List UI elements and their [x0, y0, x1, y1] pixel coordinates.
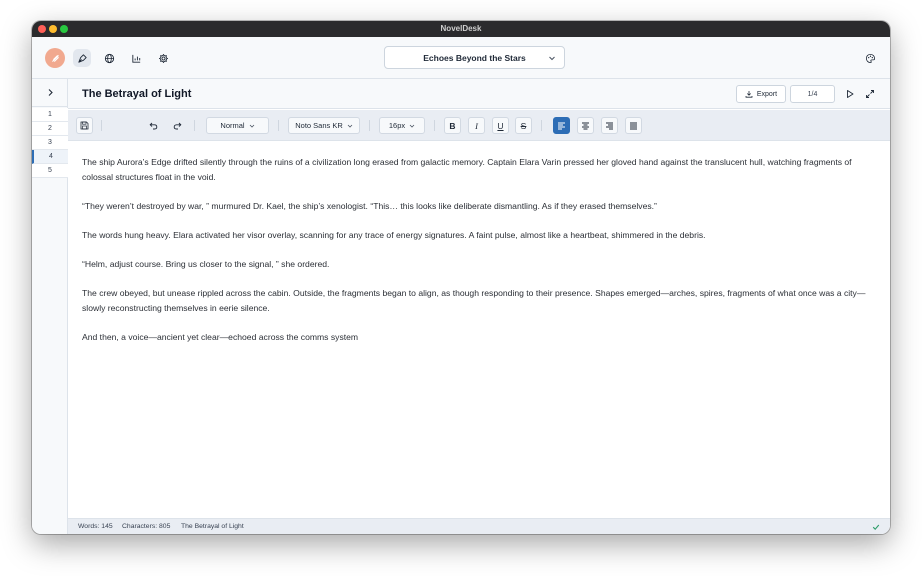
align-left-icon: [558, 122, 565, 130]
font-family-select[interactable]: Noto Sans KR: [288, 117, 360, 134]
save-button[interactable]: [76, 117, 93, 134]
chevron-down-icon: [347, 124, 353, 128]
toolbar-divider: [101, 120, 102, 131]
editor-area: The Betrayal of Light Export 1/4 Normal …: [68, 79, 890, 534]
globe-icon: [104, 53, 114, 63]
world-button[interactable]: [100, 49, 118, 67]
bold-button[interactable]: B: [444, 117, 461, 134]
italic-button[interactable]: I: [468, 117, 485, 134]
toolbar-divider: [194, 120, 195, 131]
paragraph[interactable]: The ship Aurora’s Edge drifted silently …: [82, 155, 872, 185]
align-right-icon: [606, 122, 613, 130]
manuscript-text[interactable]: The ship Aurora’s Edge drifted silently …: [82, 155, 872, 359]
font-size-select[interactable]: 16px: [379, 117, 425, 134]
app-window: NovelDesk Echoes Beyond the Stars 1 2 3 …: [32, 21, 890, 534]
app-logo[interactable]: [45, 48, 65, 68]
sidebar-toggle-button[interactable]: [32, 79, 68, 107]
export-label: Export: [756, 90, 778, 98]
export-button[interactable]: Export: [736, 85, 786, 103]
chapter-list: 1 2 3 4 5: [32, 108, 68, 178]
font-family-value: Noto Sans KR: [295, 121, 343, 130]
pen-tool-icon: [77, 53, 87, 63]
chapter-header: The Betrayal of Light Export 1/4: [68, 79, 890, 109]
paragraph[interactable]: And then, a voice—ancient yet clear—echo…: [82, 330, 872, 345]
redo-icon: [173, 122, 182, 130]
toolbar-divider: [369, 120, 370, 131]
chapter-item-active[interactable]: 4: [32, 150, 68, 164]
toolbar-divider: [434, 120, 435, 131]
play-icon: [846, 89, 853, 98]
undo-button[interactable]: [145, 117, 162, 134]
paragraph[interactable]: “They weren’t destroyed by war, ” murmur…: [82, 199, 872, 214]
align-justify-button[interactable]: [625, 117, 642, 134]
app-header: Echoes Beyond the Stars: [32, 37, 890, 79]
redo-button[interactable]: [169, 117, 186, 134]
palette-icon: [865, 53, 875, 63]
status-chapter-name: The Betrayal of Light: [181, 523, 244, 530]
status-bar: Words: 145 Characters: 805 The Betrayal …: [68, 518, 890, 534]
underline-button[interactable]: U: [492, 117, 509, 134]
font-size-value: 16px: [388, 121, 406, 130]
paragraph[interactable]: The words hung heavy. Elara activated he…: [82, 228, 872, 243]
settings-button[interactable]: [154, 49, 172, 67]
page-indicator: 1/4: [790, 85, 835, 103]
chapter-sidebar: 1 2 3 4 5: [32, 79, 68, 534]
chevron-down-icon: [249, 124, 254, 128]
write-mode-button[interactable]: [73, 49, 91, 67]
paragraph[interactable]: The crew obeyed, but unease rippled acro…: [82, 286, 872, 316]
align-justify-icon: [630, 122, 637, 130]
toolbar-divider: [278, 120, 279, 131]
toolbar-divider: [541, 120, 542, 131]
formatting-toolbar: Normal Noto Sans KR 16px B I U S: [68, 110, 890, 141]
paragraph-style-value: Normal: [220, 121, 245, 130]
title-bar: NovelDesk: [32, 21, 890, 37]
save-icon: [80, 121, 89, 130]
window-title: NovelDesk: [440, 24, 482, 33]
chapter-item[interactable]: 5: [32, 164, 68, 178]
theme-button[interactable]: [861, 49, 879, 67]
chevron-down-icon: [409, 124, 415, 128]
align-left-button[interactable]: [553, 117, 570, 134]
play-button[interactable]: [843, 87, 856, 100]
strikethrough-button[interactable]: S: [515, 117, 532, 134]
chapter-title: The Betrayal of Light: [82, 88, 192, 100]
chapter-item[interactable]: 1: [32, 108, 68, 122]
align-right-button[interactable]: [601, 117, 618, 134]
document-selector[interactable]: Echoes Beyond the Stars: [384, 46, 565, 69]
undo-icon: [149, 122, 158, 130]
chapter-item[interactable]: 3: [32, 136, 68, 150]
fullscreen-button[interactable]: [863, 87, 876, 100]
align-center-icon: [582, 122, 589, 130]
align-center-button[interactable]: [577, 117, 594, 134]
feather-logo-icon: [51, 54, 59, 62]
chevron-down-icon: [549, 56, 555, 61]
character-count: Characters: 805: [122, 523, 171, 530]
expand-icon: [865, 89, 874, 98]
stats-button[interactable]: [127, 49, 145, 67]
bar-chart-icon: [131, 54, 140, 63]
chapter-item[interactable]: 2: [32, 122, 68, 136]
download-icon: [745, 91, 753, 98]
chevron-right-icon: [48, 89, 53, 96]
paragraph-style-select[interactable]: Normal: [206, 117, 269, 134]
word-count: Words: 145: [78, 523, 113, 530]
paragraph[interactable]: “Helm, adjust course. Bring us closer to…: [82, 257, 872, 272]
document-title: Echoes Beyond the Stars: [423, 52, 526, 63]
check-icon: [872, 524, 880, 531]
gear-icon: [158, 53, 168, 63]
